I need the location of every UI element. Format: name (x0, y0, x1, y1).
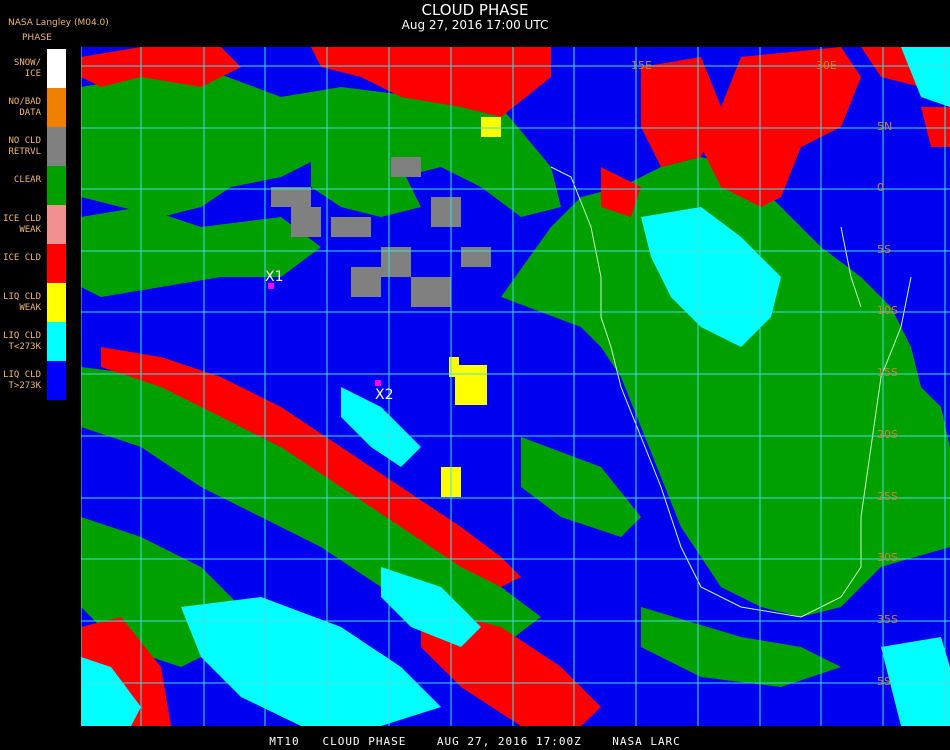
legend-swatch (47, 127, 66, 166)
longitude-label: 30E (816, 59, 837, 72)
footer-caption: MT10 CLOUD PHASE AUG 27, 2016 17:00Z NAS… (269, 735, 681, 748)
latitude-label: 5S (877, 243, 891, 256)
legend-swatch (47, 322, 66, 361)
legend-colorbar (46, 48, 67, 402)
latitude-label: 20S (877, 428, 898, 441)
marker-x1-label: X1 (265, 269, 284, 285)
legend-label: SNOW/ ICE (13, 58, 41, 79)
legend-swatch (47, 205, 66, 244)
map-subtitle: Aug 27, 2016 17:00 UTC (401, 18, 549, 32)
legend-label: CLEAR (13, 175, 41, 185)
legend-label: LIQ CLD T>273K (3, 370, 41, 391)
latitude-label: 30S (877, 551, 898, 564)
latitude-label: 5S (877, 675, 891, 688)
legend-label: NO/BAD DATA (8, 97, 41, 118)
longitude-label: 15E (631, 59, 652, 72)
legend-swatch (47, 244, 66, 283)
legend-swatch (47, 166, 66, 205)
legend-swatch (47, 88, 66, 127)
legend-header: PHASE (22, 33, 52, 43)
legend-swatch (47, 283, 66, 322)
source-label: NASA Langley (M04.0) (8, 18, 109, 28)
legend-swatch (47, 361, 66, 400)
cloud-phase-map: 5N 0 5S 10S 15S 20S 25S 30S 35S 5S 15E 30E X1 X2 (81, 47, 950, 726)
map-canvas: 5N 0 5S 10S 15S 20S 25S 30S 35S 5S 15E 30E (81, 47, 950, 726)
latitude-label: 25S (877, 490, 898, 503)
map-title: CLOUD PHASE (421, 1, 529, 19)
legend-label: ICE CLD WEAK (3, 214, 41, 235)
legend-label: NO CLD RETRVL (8, 136, 41, 157)
legend-label: LIQ CLD T<273K (3, 331, 41, 352)
marker-x2-point (375, 380, 381, 386)
latitude-label: 35S (877, 613, 898, 626)
legend-label: LIQ CLD WEAK (3, 292, 41, 313)
latitude-label: 10S (877, 304, 898, 317)
marker-x2-label: X2 (375, 387, 394, 403)
latitude-label: 0 (877, 181, 884, 194)
legend-swatch (47, 49, 66, 88)
legend-label: ICE CLD (3, 253, 41, 263)
latitude-label: 15S (877, 366, 898, 379)
latitude-label: 5N (877, 120, 892, 133)
